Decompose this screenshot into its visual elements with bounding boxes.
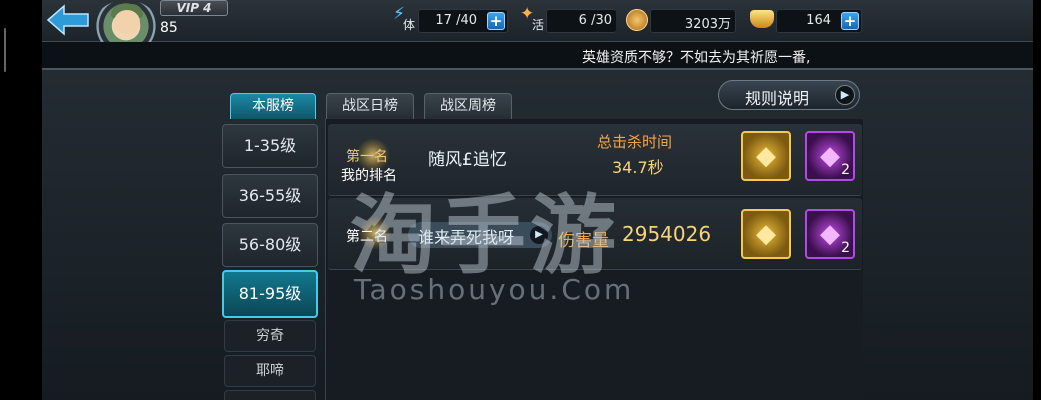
left-edge — [0, 0, 42, 400]
player-level: 85 — [160, 20, 178, 36]
bracket-56-80[interactable]: 56-80级 — [222, 223, 318, 267]
player-name: 随风£追忆 — [428, 150, 507, 170]
activity-label: 活 — [532, 18, 545, 32]
stamina-value: 17 /40 — [435, 13, 477, 28]
coin-icon — [626, 9, 648, 31]
stamina-counter: 17 /40 + — [418, 9, 508, 33]
stamina-label: 体 — [403, 18, 416, 32]
reward-count: 2 — [841, 240, 850, 256]
reward-purple-gem[interactable]: ◆ 2 — [805, 209, 855, 259]
bracket-81-95[interactable]: 81-95级 — [222, 270, 318, 318]
gold-ingot-icon — [750, 10, 774, 28]
coin-counter: 3203万 — [650, 9, 736, 33]
boss-next[interactable] — [224, 390, 316, 400]
activity-counter: 6 /30 — [546, 9, 616, 33]
boss-yeti[interactable]: 耶啼 — [224, 355, 316, 387]
rank-label: 第一名 — [346, 149, 388, 165]
plus-icon[interactable]: + — [841, 12, 859, 30]
gold-chest-icon: ◆ — [756, 219, 776, 249]
reward-gold-chest[interactable]: ◆ — [741, 131, 791, 181]
ingot-value: 164 — [806, 13, 831, 28]
rank-label: 第二名 — [346, 229, 388, 245]
reward-purple-gem[interactable]: ◆ 2 — [805, 131, 855, 181]
rules-button[interactable]: 规则说明 ▶ — [718, 80, 860, 110]
player-name: 谁来弄死我呀 — [418, 228, 515, 247]
gold-chest-icon: ◆ — [756, 141, 776, 171]
chevron-right-icon: ▶ — [835, 85, 855, 105]
reward-gold-chest[interactable]: ◆ — [741, 209, 791, 259]
announcement-text: 英雄资质不够？不如去为其祈愿一番, — [582, 50, 811, 66]
right-edge — [1033, 0, 1041, 400]
game-screen: VIP 4 85 ⚡ 体 17 /40 + ✦ 活 6 /30 3203万 16… — [0, 0, 1041, 400]
stat-value: 34.7秒 — [612, 158, 664, 177]
vip-badge[interactable]: VIP 4 — [160, 0, 228, 16]
rules-button-label: 规则说明 — [745, 89, 810, 108]
boss-qiongqi[interactable]: 穷奇 — [224, 320, 316, 352]
announcement-bar: 英雄资质不够？不如去为其祈愿一番, — [42, 42, 1033, 68]
tab-zone-weekly[interactable]: 战区周榜 — [424, 93, 512, 119]
reward-count: 2 — [841, 162, 850, 178]
chevron-right-icon: ▶ — [530, 226, 548, 244]
bracket-1-35[interactable]: 1-35级 — [222, 124, 318, 168]
bracket-36-55[interactable]: 36-55级 — [222, 174, 318, 218]
plus-icon[interactable]: + — [487, 12, 505, 30]
tab-server-ranking[interactable]: 本服榜 — [230, 93, 316, 119]
tab-zone-daily[interactable]: 战区日榜 — [326, 93, 414, 119]
my-rank-label: 我的排名 — [341, 168, 397, 184]
avatar-face — [114, 10, 140, 34]
ingot-counter: 164 + — [776, 9, 862, 33]
stat-label: 总击杀时间 — [597, 133, 673, 151]
edge-handle — [4, 28, 6, 72]
stat-value: 2954026 — [622, 222, 712, 246]
activity-value: 6 /30 — [578, 13, 612, 28]
coin-value: 3203万 — [684, 17, 731, 32]
back-arrow-icon[interactable] — [46, 4, 92, 36]
stat-label: 伤害量 — [558, 231, 609, 251]
